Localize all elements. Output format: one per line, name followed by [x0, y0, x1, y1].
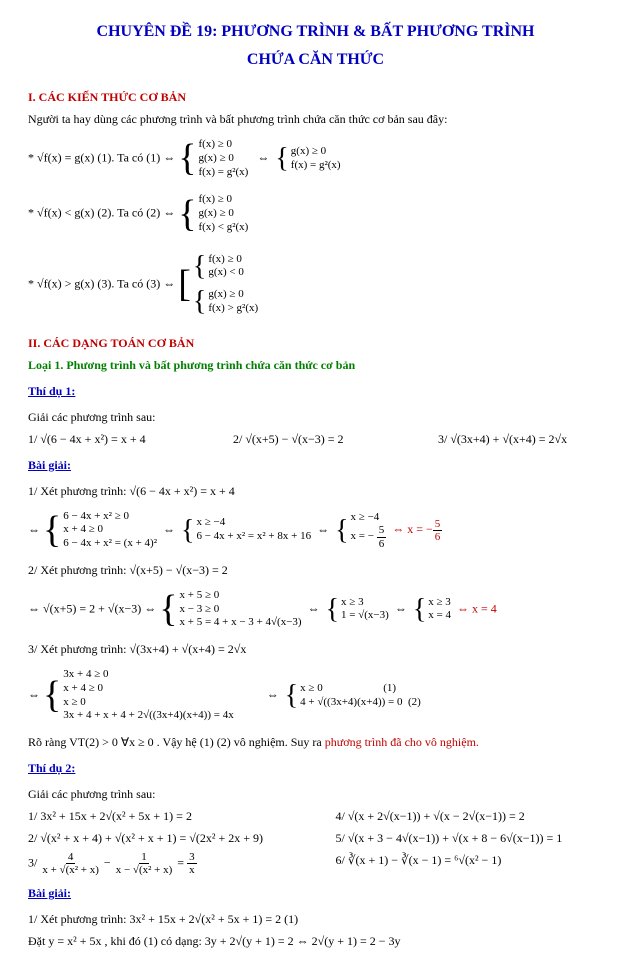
- p2-1: 1/ 3x² + 15x + 2√(x² + 5x + 1) = 2: [28, 807, 296, 825]
- problems2-row3: 3/ 4x + √(x² + x) − 1x − √(x² + x) = 3x …: [28, 851, 603, 876]
- r2-c1c: f(x) < g²(x): [199, 221, 249, 235]
- s3-l2b: 4 + √((3x+4)(x+4)) = 0: [300, 696, 402, 708]
- problems-row-1: 1/ √(6 − 4x + x²) = x + 4 2/ √(x+5) − √(…: [28, 430, 603, 448]
- s3-l1b: x + 4 ≥ 0: [63, 682, 233, 696]
- s3-l1d: 3x + 4 + x + 4 + 2√((3x+4)(x+4)) = 4x: [63, 709, 233, 723]
- s1-l1c: 6 − 4x + x² = (x + 4)²: [63, 537, 157, 551]
- r2-c1a: f(x) ≥ 0: [199, 193, 249, 207]
- section-1-heading: I. CÁC KIẾN THỨC CƠ BẢN: [28, 88, 603, 106]
- thi-du-1: Thí dụ 1:: [28, 382, 75, 400]
- s1-l1b: x + 4 ≥ 0: [63, 523, 157, 537]
- s3-concl-a: Rõ ràng VT(2) > 0 ∀x ≥ 0 . Vậy hệ (1) (2…: [28, 735, 325, 749]
- s2-c2b: 1 = √(x−3): [341, 609, 389, 623]
- sol3-conclusion: Rõ ràng VT(2) > 0 ∀x ≥ 0 . Vậy hệ (1) (2…: [28, 733, 603, 751]
- p2-5: 5/ √(x + 3 − 4√(x−1)) + √(x + 8 − 6√(x−1…: [336, 829, 604, 847]
- sol3-work: ⇔ { 3x + 4 ≥ 0 x + 4 ≥ 0 x ≥ 0 3x + 4 + …: [28, 664, 603, 727]
- rule2-left: * √f(x) < g(x) (2). Ta có (2) ⇔: [28, 206, 175, 220]
- s3-l1a: 3x + 4 ≥ 0: [63, 668, 233, 682]
- rule1-left: * √f(x) = g(x) (1). Ta có (1) ⇔: [28, 150, 175, 164]
- rule-3: * √f(x) > g(x) (3). Ta có (3) ⇔ [ { f(x)…: [28, 245, 603, 324]
- s2-c3a: x ≥ 3: [428, 596, 451, 610]
- sol2-result: ⇔ x = 4: [457, 601, 497, 615]
- bai-giai-1: Bài giải:: [28, 456, 71, 474]
- bai-giai-2: Bài giải:: [28, 884, 71, 902]
- s2-c3b: x = 4: [428, 609, 451, 623]
- s3-n1: (1): [383, 682, 396, 694]
- sol3-intro: 3/ Xét phương trình: √(3x+4) + √(x+4) = …: [28, 640, 603, 658]
- s3-l2a: x ≥ 0: [300, 682, 323, 694]
- rule3-left: * √f(x) > g(x) (3). Ta có (3) ⇔: [28, 276, 175, 290]
- p2-3: 3/ 4x + √(x² + x) − 1x − √(x² + x) = 3x: [28, 851, 296, 876]
- thi-du-2: Thí dụ 2:: [28, 759, 75, 777]
- rule-2: * √f(x) < g(x) (2). Ta có (2) ⇔ { f(x) ≥…: [28, 189, 603, 238]
- r3-c1a: f(x) ≥ 0: [208, 253, 244, 267]
- problems2-row2: 2/ √(x² + x + 4) + √(x² + x + 1) = √(2x²…: [28, 829, 603, 847]
- r1-c1a: f(x) ≥ 0: [199, 138, 249, 152]
- problems2-row1: 1/ 3x² + 15x + 2√(x² + 5x + 1) = 2 4/ √(…: [28, 807, 603, 825]
- r3-c2a: g(x) ≥ 0: [208, 288, 258, 302]
- s1-fn: 5: [377, 524, 387, 537]
- loai-1: Loại 1. Phương trình và bất phương trình…: [28, 356, 603, 374]
- r1-c1b: g(x) ≥ 0: [199, 152, 249, 166]
- giai-prompt-2: Giải các phương trình sau:: [28, 785, 603, 803]
- s2-c1b: x − 3 ≥ 0: [179, 603, 301, 617]
- s1-fd: 6: [377, 538, 387, 550]
- sol2-1-a: 1/ Xét phương trình: 3x² + 15x + 2√(x² +…: [28, 910, 603, 928]
- r1-mid: ⇔: [257, 150, 269, 164]
- s1-mid: ⇔: [163, 522, 175, 536]
- s3-l1c: x ≥ 0: [63, 696, 233, 710]
- document-subtitle: CHỨA CĂN THỨC: [28, 48, 603, 72]
- sol2-intro: 2/ Xét phương trình: √(x+5) − √(x−3) = 2: [28, 561, 603, 579]
- s2-c1c: x + 5 = 4 + x − 3 + 4√(x−3): [179, 616, 301, 630]
- sol1-result: ⇔ x = −56: [392, 522, 442, 536]
- s1-l3b: x = −: [351, 531, 374, 543]
- p2-4: 4/ √(x + 2√(x−1)) + √(x − 2√(x−1)) = 2: [336, 807, 604, 825]
- prob-2: 2/ √(x+5) − √(x−3) = 2: [233, 430, 398, 448]
- s2-l1: ⇔ √(x+5) = 2 + √(x−3) ⇔: [28, 601, 156, 615]
- p2-2: 2/ √(x² + x + 4) + √(x² + x + 1) = √(2x²…: [28, 829, 296, 847]
- r2-c1b: g(x) ≥ 0: [199, 207, 249, 221]
- s1-l2a: x ≥ −4: [196, 516, 311, 530]
- prob-3: 3/ √(3x+4) + √(x+4) = 2√x: [438, 430, 603, 448]
- sol2-1-b: Đặt y = x² + 5x , khi đó (1) có dạng: 3y…: [28, 932, 603, 950]
- section-1-intro: Người ta hay dùng các phương trình và bấ…: [28, 110, 603, 128]
- s3-n2: (2): [408, 696, 421, 708]
- s1-l2b: 6 − 4x + x² = x² + 8x + 16: [196, 530, 311, 544]
- document-title: CHUYÊN ĐỀ 19: PHƯƠNG TRÌNH & BẤT PHƯƠNG …: [28, 20, 603, 44]
- section-2-heading: II. CÁC DẠNG TOÁN CƠ BẢN: [28, 334, 603, 352]
- s1-l3a: x ≥ −4: [351, 511, 387, 525]
- sol1-work: ⇔ { 6 − 4x + x² ≥ 0 x + 4 ≥ 0 6 − 4x + x…: [28, 506, 603, 555]
- r1-c2b: f(x) = g²(x): [291, 159, 341, 173]
- p2-6: 6/ ∛(x + 1) − ∛(x − 1) = ⁶√(x² − 1): [336, 851, 604, 876]
- r3-c2b: f(x) > g²(x): [208, 302, 258, 316]
- s3-concl-b: phương trình đã cho vô nghiệm.: [325, 735, 479, 749]
- sol2-work: ⇔ √(x+5) = 2 + √(x−3) ⇔ { x + 5 ≥ 0 x − …: [28, 585, 603, 634]
- sol1-intro: 1/ Xét phương trình: √(6 − 4x + x²) = x …: [28, 482, 603, 500]
- s1-l1a: 6 − 4x + x² ≥ 0: [63, 510, 157, 524]
- r1-c2a: g(x) ≥ 0: [291, 145, 341, 159]
- r1-c1c: f(x) = g²(x): [199, 166, 249, 180]
- s2-c1a: x + 5 ≥ 0: [179, 589, 301, 603]
- s2-c2a: x ≥ 3: [341, 596, 389, 610]
- r3-c1b: g(x) < 0: [208, 266, 244, 280]
- rule-1: * √f(x) = g(x) (1). Ta có (1) ⇔ { f(x) ≥…: [28, 134, 603, 183]
- prob-1: 1/ √(6 − 4x + x²) = x + 4: [28, 430, 193, 448]
- giai-prompt: Giải các phương trình sau:: [28, 408, 603, 426]
